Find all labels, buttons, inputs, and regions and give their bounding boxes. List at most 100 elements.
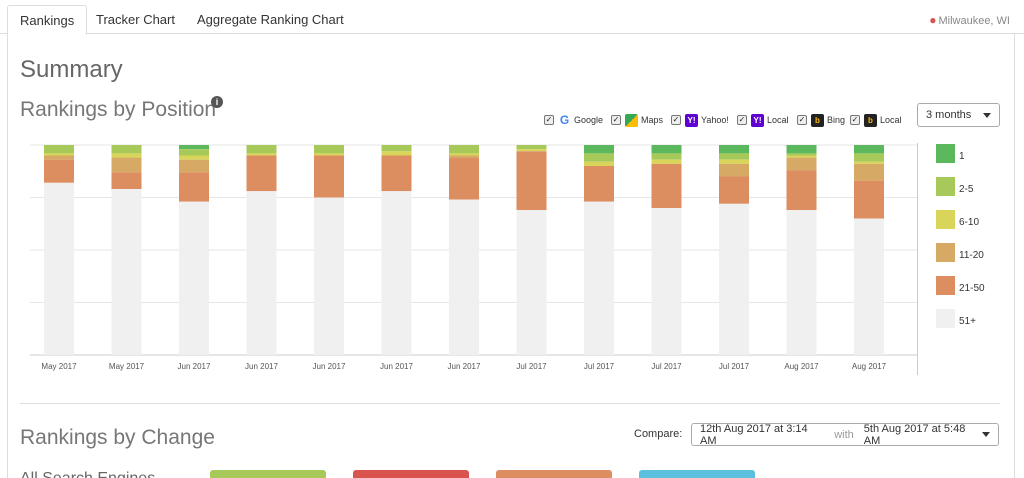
time-range-select[interactable]: 3 months: [917, 103, 1000, 127]
tab-tracker-chart[interactable]: Tracker Chart: [84, 5, 187, 35]
bar-segment-6-10[interactable]: [381, 151, 412, 156]
legend-swatch: [936, 243, 955, 262]
compare-select[interactable]: 12th Aug 2017 at 3:14 AM with 5th Aug 20…: [691, 423, 999, 447]
engine-filter-bing-local[interactable]: ✓ b Local: [850, 113, 902, 127]
bar-segment-51+[interactable]: [719, 203, 749, 355]
bar-segment-6-10[interactable]: [786, 155, 817, 158]
lost-button[interactable]: [639, 470, 755, 478]
bar-segment-51+[interactable]: [584, 201, 614, 355]
bar-segment-6-10[interactable]: [449, 153, 479, 156]
bar-segment-6-10[interactable]: [44, 153, 74, 156]
checkbox[interactable]: ✓: [611, 115, 621, 125]
bar-segment-6-10[interactable]: [651, 159, 682, 164]
bar-segment-51+[interactable]: [449, 199, 479, 355]
bar-segment-6-10[interactable]: [719, 159, 749, 164]
bar-segment-2-5[interactable]: [179, 149, 209, 156]
bar-segment-51+[interactable]: [314, 197, 344, 356]
bar-segment-2-5[interactable]: [516, 145, 547, 150]
legend-item[interactable]: 6-10: [936, 210, 996, 230]
map-pin-icon: ●: [929, 13, 937, 27]
bar-segment-1[interactable]: [854, 145, 884, 154]
declined-button[interactable]: [353, 470, 469, 478]
compare-with-label: with: [834, 428, 854, 441]
bar-segment-11-20[interactable]: [44, 155, 74, 160]
bar-segment-51+[interactable]: [854, 218, 884, 356]
bar-segment-2-5[interactable]: [381, 145, 412, 152]
bar-segment-6-10[interactable]: [516, 149, 547, 152]
bar-segment-11-20[interactable]: [719, 163, 749, 177]
bar-segment-6-10[interactable]: [584, 161, 614, 166]
bar-segment-2-5[interactable]: [854, 153, 884, 162]
bar-segment-11-20[interactable]: [854, 163, 884, 181]
bar-segment-51+[interactable]: [44, 182, 74, 355]
bar-segment-1[interactable]: [584, 145, 614, 154]
bar-segment-21-50[interactable]: [854, 180, 884, 219]
bar-segment-21-50[interactable]: [179, 172, 209, 202]
bar-segment-21-50[interactable]: [651, 163, 682, 208]
engine-filter-yahoo-local[interactable]: ✓ Y! Local: [737, 113, 789, 127]
bar-segment-6-10[interactable]: [111, 153, 142, 158]
bar-segment-21-50[interactable]: [111, 172, 142, 190]
engine-filter-bing[interactable]: ✓ b Bing: [797, 113, 845, 127]
legend-item[interactable]: 51+: [936, 309, 996, 329]
bar-segment-2-5[interactable]: [44, 145, 74, 154]
bar-segment-11-20[interactable]: [449, 155, 479, 158]
bar-segment-11-20[interactable]: [179, 159, 209, 173]
bar-segment-51+[interactable]: [111, 189, 142, 355]
legend-swatch: [936, 177, 955, 196]
checkbox[interactable]: ✓: [797, 115, 807, 125]
legend-item[interactable]: 21-50: [936, 276, 996, 296]
engine-filter-maps[interactable]: ✓ Maps: [611, 113, 663, 127]
bar-segment-6-10[interactable]: [854, 161, 884, 164]
bar-segment-2-5[interactable]: [786, 153, 817, 156]
bar-segment-2-5[interactable]: [584, 153, 614, 162]
bar-segment-2-5[interactable]: [111, 145, 142, 154]
bar-segment-51+[interactable]: [246, 191, 277, 355]
bar-segment-51+[interactable]: [786, 210, 817, 355]
bar-segment-21-50[interactable]: [584, 166, 614, 202]
legend-item[interactable]: 1: [936, 144, 996, 164]
bar-segment-21-50[interactable]: [786, 170, 817, 211]
bar-segment-21-50[interactable]: [516, 151, 547, 211]
bar-segment-21-50[interactable]: [246, 155, 277, 192]
bar-segment-51+[interactable]: [516, 210, 547, 355]
bar-segment-21-50[interactable]: [314, 155, 344, 198]
rankings-by-change-title: Rankings by Change: [20, 426, 215, 449]
improved-button[interactable]: [210, 470, 326, 478]
bar-segment-51+[interactable]: [179, 201, 209, 355]
checkbox[interactable]: ✓: [737, 115, 747, 125]
engine-filter-yahoo[interactable]: ✓ Y! Yahoo!: [671, 113, 729, 127]
tab-aggregate-ranking-chart[interactable]: Aggregate Ranking Chart: [185, 5, 356, 35]
bar-segment-1[interactable]: [719, 145, 749, 154]
new-button[interactable]: [496, 470, 612, 478]
checkbox[interactable]: ✓: [850, 115, 860, 125]
bar-segment-2-5[interactable]: [719, 153, 749, 160]
bar-segment-6-10[interactable]: [246, 153, 277, 156]
bar-segment-2-5[interactable]: [314, 145, 344, 154]
bar-segment-21-50[interactable]: [719, 176, 749, 204]
engine-label: Yahoo!: [701, 115, 729, 125]
bar-segment-2-5[interactable]: [246, 145, 277, 154]
bar-segment-51+[interactable]: [651, 208, 682, 355]
x-tick-label: May 2017: [41, 362, 77, 371]
bar-segment-6-10[interactable]: [179, 155, 209, 160]
bar-segment-11-20[interactable]: [786, 157, 817, 171]
checkbox[interactable]: ✓: [671, 115, 681, 125]
bar-segment-1[interactable]: [651, 145, 682, 154]
bar-segment-21-50[interactable]: [44, 159, 74, 183]
bar-segment-21-50[interactable]: [381, 155, 412, 192]
bar-segment-6-10[interactable]: [314, 153, 344, 156]
bar-segment-1[interactable]: [179, 145, 209, 150]
legend-item[interactable]: 2-5: [936, 177, 996, 197]
bar-segment-1[interactable]: [786, 145, 817, 154]
tab-rankings[interactable]: Rankings: [7, 5, 88, 35]
engine-filter-google[interactable]: ✓ G Google: [544, 113, 603, 127]
legend-item[interactable]: 11-20: [936, 243, 996, 263]
info-icon[interactable]: i: [211, 96, 223, 108]
bar-segment-51+[interactable]: [381, 191, 412, 355]
checkbox[interactable]: ✓: [544, 115, 554, 125]
bar-segment-2-5[interactable]: [651, 153, 682, 160]
bar-segment-11-20[interactable]: [111, 157, 142, 173]
bar-segment-2-5[interactable]: [449, 145, 479, 154]
bar-segment-21-50[interactable]: [449, 157, 479, 200]
